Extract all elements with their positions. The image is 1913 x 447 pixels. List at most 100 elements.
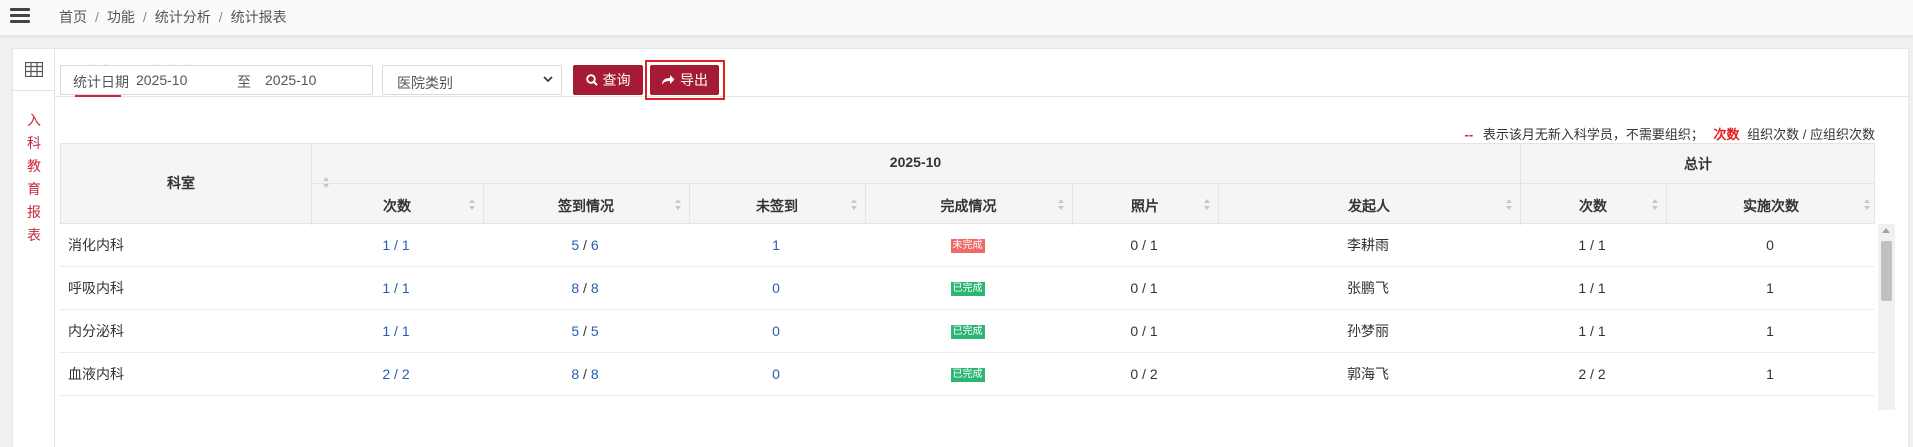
- cell-total-count: 1 / 1: [1578, 323, 1606, 339]
- cell-count[interactable]: 1 / 1: [310, 310, 482, 353]
- cell-initiator: 李耕雨: [1347, 237, 1389, 253]
- cell-completion: 已完成: [864, 353, 1071, 396]
- column-group-month: 2025-10: [889, 154, 942, 170]
- cell-sign-in-expected[interactable]: 6: [591, 237, 599, 253]
- date-to-input[interactable]: 2025-10: [265, 72, 316, 88]
- legend-dash: --: [1464, 127, 1474, 142]
- sort-icon[interactable]: [1204, 199, 1211, 210]
- query-button[interactable]: 查询: [573, 65, 643, 95]
- legend-count-label: 次数: [1713, 127, 1740, 142]
- hospital-type-select[interactable]: 医院类别: [382, 65, 562, 95]
- table-legend: -- 表示该月无新入科学员，不需要组织； 次数 组织次数 / 应组织次数: [1465, 124, 1875, 143]
- cell-total-count: 1 / 1: [1578, 237, 1606, 253]
- vertical-title-char: 育: [27, 181, 41, 197]
- cell-not-signed[interactable]: 0: [688, 310, 864, 353]
- cell-sign-in-signed[interactable]: 5: [571, 323, 579, 339]
- status-badge: 已完成: [950, 325, 985, 340]
- cell-photo: 0 / 1: [1130, 323, 1158, 339]
- cell-department: 血液内科: [68, 366, 124, 382]
- export-button[interactable]: 导出: [650, 65, 719, 95]
- cell-sign-in: 8 / 8: [571, 280, 599, 296]
- breadcrumb-item-statistics[interactable]: 统计分析: [155, 9, 211, 25]
- cell-count[interactable]: 2 / 2: [310, 353, 482, 396]
- status-badge: 已完成: [950, 282, 985, 297]
- cell-photo: 0 / 2: [1130, 366, 1158, 382]
- sort-icon[interactable]: [1058, 199, 1065, 210]
- column-header-department[interactable]: 科室: [61, 173, 301, 193]
- cell-not-signed[interactable]: 0: [688, 267, 864, 310]
- cell-completion: 未完成: [864, 224, 1071, 267]
- sort-icon[interactable]: [323, 177, 330, 188]
- legend-count-text: 组织次数 / 应组织次数: [1747, 127, 1875, 142]
- report-vertical-title: 入科教育报表: [13, 109, 55, 247]
- column-header-sign-in[interactable]: 签到情况: [483, 196, 689, 216]
- date-range-separator: 至: [237, 74, 251, 90]
- header-group-divider: [311, 183, 1875, 184]
- column-header-not-signed[interactable]: 未签到: [689, 196, 865, 216]
- column-header-count[interactable]: 次数: [311, 196, 483, 216]
- sort-icon[interactable]: [851, 199, 858, 210]
- report-sidebar: 入科教育报表: [13, 49, 55, 447]
- column-group-total: 总计: [1684, 156, 1712, 172]
- column-header-completion[interactable]: 完成情况: [865, 196, 1072, 216]
- cell-completion: 已完成: [864, 310, 1071, 353]
- sort-icon[interactable]: [469, 199, 476, 210]
- cell-not-signed[interactable]: 1: [688, 224, 864, 267]
- vertical-title-char: 教: [27, 158, 41, 174]
- export-button-label: 导出: [680, 72, 708, 88]
- status-badge: 未完成: [950, 239, 985, 254]
- cell-sign-in-expected[interactable]: 8: [591, 280, 599, 296]
- sort-icon[interactable]: [1652, 199, 1659, 210]
- vertical-title-char: 科: [27, 135, 41, 151]
- scroll-up-icon[interactable]: [1882, 228, 1890, 233]
- cell-count[interactable]: 1 / 1: [310, 224, 482, 267]
- cell-sign-in-expected[interactable]: 8: [591, 366, 599, 382]
- cell-sign-in: 5 / 6: [571, 237, 599, 253]
- statistics-table: 科室 2025-10 总计 次数 签到情况 未签到 完成情况 照片 发起人 次数…: [60, 143, 1875, 410]
- column-header-total-count[interactable]: 次数: [1520, 196, 1666, 216]
- menu-toggle-icon[interactable]: [10, 7, 30, 25]
- cell-completion: 已完成: [864, 267, 1071, 310]
- cell-initiator: 郭海飞: [1347, 366, 1389, 382]
- sort-icon[interactable]: [1864, 199, 1871, 210]
- breadcrumb-item-function[interactable]: 功能: [107, 9, 135, 25]
- breadcrumb-item-home[interactable]: 首页: [59, 9, 87, 25]
- cell-sign-in-signed[interactable]: 8: [571, 280, 579, 296]
- sort-icon[interactable]: [675, 199, 682, 210]
- scrollbar-thumb[interactable]: [1881, 241, 1892, 301]
- table-header: 科室 2025-10 总计 次数 签到情况 未签到 完成情况 照片 发起人 次数…: [60, 143, 1875, 225]
- cell-sign-in-expected[interactable]: 5: [591, 323, 599, 339]
- cell-department: 消化内科: [68, 237, 124, 253]
- cell-implemented: 1: [1766, 280, 1774, 296]
- column-header-implemented[interactable]: 实施次数: [1666, 196, 1875, 216]
- chevron-down-icon: [543, 76, 553, 83]
- vertical-title-char: 表: [27, 227, 41, 243]
- top-bar: 首页 / 功能 / 统计分析 / 统计报表: [0, 0, 1913, 36]
- sort-icon[interactable]: [1506, 199, 1513, 210]
- cell-total-count: 2 / 2: [1578, 366, 1606, 382]
- cell-count[interactable]: 1 / 1: [310, 267, 482, 310]
- search-icon: [585, 74, 598, 86]
- column-header-photo[interactable]: 照片: [1072, 196, 1218, 216]
- cell-total-count: 1 / 1: [1578, 280, 1606, 296]
- table-grid-button[interactable]: [13, 49, 55, 91]
- date-from-input[interactable]: 2025-10: [136, 72, 187, 88]
- table-vertical-scrollbar[interactable]: [1878, 224, 1895, 410]
- table-row: 消化内科 1 / 1 5 / 6 1 未完成 0 / 1 李耕雨 1 / 1 0: [60, 224, 1875, 267]
- cell-initiator: 张鹏飞: [1347, 280, 1389, 296]
- date-range-field[interactable]: 统计日期 2025-10 至 2025-10: [60, 65, 373, 95]
- cell-sign-in-signed[interactable]: 5: [571, 237, 579, 253]
- cell-department: 呼吸内科: [68, 280, 124, 296]
- table-row: 血液内科 2 / 2 8 / 8 0 已完成 0 / 2 郭海飞 2 / 2 1: [60, 353, 1875, 396]
- share-arrow-icon: [662, 75, 675, 85]
- cell-implemented: 0: [1766, 237, 1774, 253]
- column-header-initiator[interactable]: 发起人: [1218, 196, 1520, 216]
- cell-sign-in-signed[interactable]: 8: [571, 366, 579, 382]
- cell-implemented: 1: [1766, 323, 1774, 339]
- cell-sign-in: 5 / 5: [571, 323, 599, 339]
- vertical-title-char: 报: [27, 204, 41, 220]
- table-grid-icon: [25, 62, 43, 77]
- cell-not-signed[interactable]: 0: [688, 353, 864, 396]
- cell-photo: 0 / 1: [1130, 280, 1158, 296]
- vertical-title-char: 入: [27, 112, 41, 128]
